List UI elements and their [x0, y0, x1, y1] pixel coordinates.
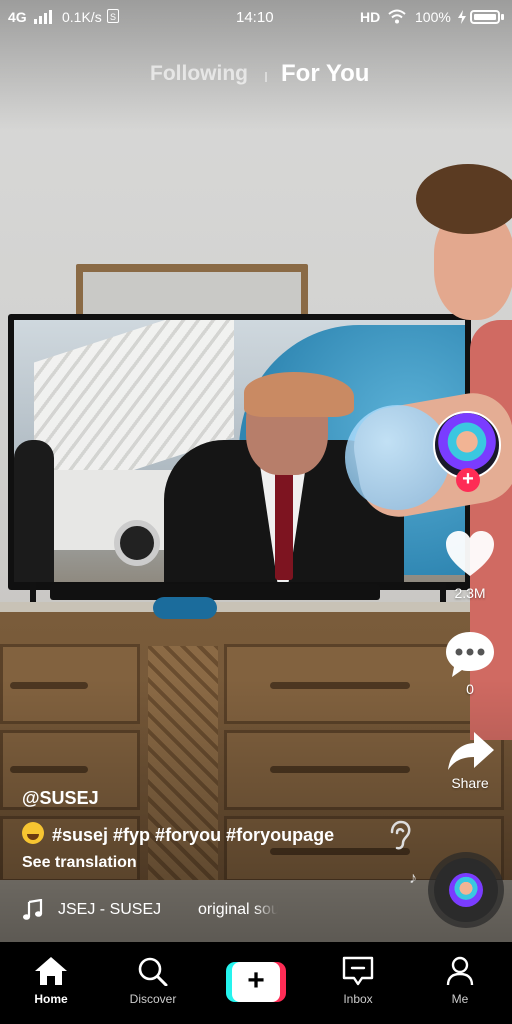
- creator-username[interactable]: @SUSEJ: [22, 788, 99, 809]
- hd-indicator: HD: [360, 9, 381, 25]
- laughing-emoji-icon: [22, 822, 44, 844]
- feed-tabs: Following For You: [0, 58, 512, 94]
- comment-button[interactable]: [440, 630, 500, 683]
- plus-icon: +: [232, 962, 280, 1002]
- nav-discover-label: Discover: [129, 992, 177, 1006]
- sound-title: JSEJ - SUSEJ: [58, 901, 162, 918]
- caption-hashtags[interactable]: #susej #fyp #foryou #foryoupage: [52, 825, 334, 845]
- nav-home-label: Home: [34, 992, 68, 1006]
- post-caption: #susej #fyp #foryou #foryoupage: [22, 822, 334, 846]
- nav-me-label: Me: [451, 992, 469, 1006]
- inbox-icon: [342, 956, 374, 986]
- comment-count: 0: [466, 681, 474, 697]
- battery-percent: 100%: [415, 9, 451, 25]
- share-arrow-icon: [448, 732, 494, 770]
- nav-home[interactable]: Home: [11, 956, 91, 1006]
- clock: 14:10: [236, 9, 274, 26]
- ear-icon[interactable]: [386, 820, 412, 850]
- tab-for-you[interactable]: For You: [281, 60, 369, 88]
- nav-inbox[interactable]: Inbox: [318, 956, 398, 1006]
- sim-icon: S: [107, 9, 119, 23]
- signal-icon: [34, 10, 52, 24]
- tab-divider: [265, 72, 267, 82]
- battery-icon: [470, 10, 500, 24]
- tab-following[interactable]: Following: [150, 62, 248, 86]
- home-icon: [35, 957, 67, 985]
- like-count: 2.3M: [454, 585, 486, 601]
- share-button[interactable]: [440, 730, 500, 777]
- comment-icon: [446, 632, 494, 677]
- status-bar: 4G 0.1K/s S 14:10 HD 100%: [0, 0, 512, 34]
- wifi-icon: [388, 9, 406, 24]
- sound-disc[interactable]: [434, 858, 498, 922]
- see-translation-link[interactable]: See translation: [22, 854, 137, 872]
- network-type: 4G: [8, 9, 27, 25]
- bottom-nav: Home Discover + Inbox Me: [0, 942, 512, 1024]
- tiktok-screen: 4G 0.1K/s S 14:10 HD 100% Following For …: [0, 0, 512, 1024]
- search-icon: [138, 957, 168, 986]
- nav-inbox-label: Inbox: [343, 992, 373, 1006]
- floating-music-note-icon: ♪: [409, 870, 417, 887]
- like-button[interactable]: [440, 530, 500, 583]
- network-speed: 0.1K/s: [62, 9, 102, 25]
- profile-icon: [446, 956, 474, 986]
- sound-row[interactable]: JSEJ - SUSEJ original sound: [22, 899, 282, 921]
- heart-icon: [446, 531, 494, 576]
- sound-original-label: original sound: [198, 901, 278, 918]
- share-label: Share: [451, 775, 489, 791]
- create-button[interactable]: +: [226, 962, 286, 1002]
- nav-me[interactable]: Me: [420, 956, 500, 1006]
- follow-button[interactable]: +: [456, 468, 480, 492]
- nav-discover[interactable]: Discover: [113, 956, 193, 1006]
- charging-icon: [458, 10, 466, 24]
- music-note-icon: [23, 899, 43, 920]
